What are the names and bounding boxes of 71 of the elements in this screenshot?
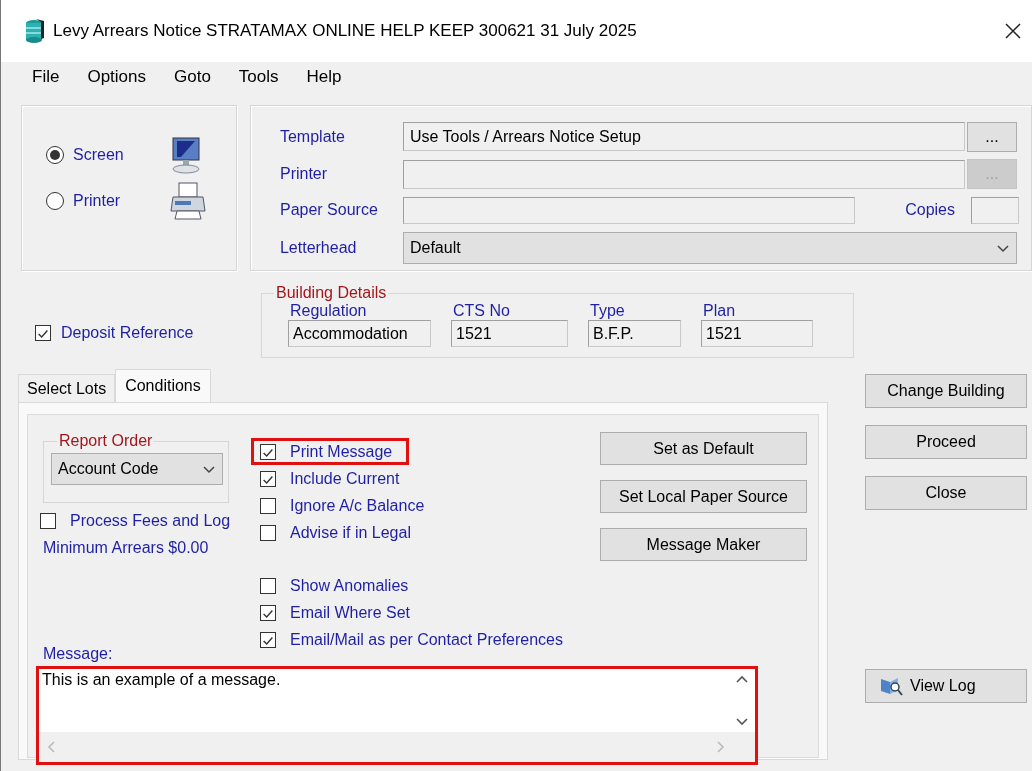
view-log-button[interactable]: View Log xyxy=(865,669,1027,703)
field-label: Plan xyxy=(702,302,737,320)
scroll-up-icon[interactable] xyxy=(736,675,748,683)
checkbox-label: Advise if in Legal xyxy=(290,523,411,542)
menu-item[interactable]: Goto xyxy=(166,65,219,89)
close-icon[interactable] xyxy=(1004,22,1022,40)
checkbox[interactable] xyxy=(260,497,276,514)
field-label: Type xyxy=(589,302,626,320)
monitor-icon xyxy=(169,135,203,175)
window-title: Levy Arrears Notice STRATAMAX ONLINE HELP KEEP 300621 31 July 2025 xyxy=(53,21,638,41)
checkbox-label: Include Current xyxy=(290,469,400,488)
checkbox-label: Deposit Reference xyxy=(61,324,194,342)
checkbox[interactable] xyxy=(260,631,276,648)
printer-icon xyxy=(169,181,207,221)
chevron-down-icon xyxy=(202,463,216,475)
field-label: Printer xyxy=(279,165,329,183)
action-button[interactable]: Set as Default xyxy=(600,432,807,465)
read-only-field: 1521 xyxy=(701,320,813,347)
scroll-down-icon[interactable] xyxy=(736,718,748,726)
tab[interactable]: Select Lots xyxy=(18,374,116,402)
action-button[interactable]: Close xyxy=(865,476,1027,510)
tab[interactable]: Conditions xyxy=(115,369,211,402)
checkbox[interactable] xyxy=(260,524,276,541)
field-label: Paper Source xyxy=(279,201,379,219)
browse-button[interactable]: ... xyxy=(966,121,1017,152)
group-title: Report Order xyxy=(58,432,154,450)
group-title: Building Details xyxy=(275,284,388,302)
field-label: Letterhead xyxy=(279,239,358,257)
app-icon xyxy=(25,18,45,44)
radio-label: Screen xyxy=(73,146,125,164)
checkbox[interactable] xyxy=(260,470,276,487)
checkbox-label: Process Fees and Log xyxy=(70,512,231,530)
menu-item[interactable]: File xyxy=(24,65,68,89)
checkbox-label: Ignore A/c Balance xyxy=(290,496,425,515)
action-button[interactable]: Proceed xyxy=(865,425,1027,459)
field-label: Copies xyxy=(905,201,955,219)
menu-item[interactable]: Tools xyxy=(230,65,287,89)
menu-item[interactable]: Help xyxy=(298,65,350,89)
field-label: Template xyxy=(279,127,346,146)
paper-source-field[interactable] xyxy=(402,196,855,224)
radio-button[interactable] xyxy=(46,192,64,210)
checkbox[interactable] xyxy=(40,513,56,529)
field-label: Message: xyxy=(43,645,114,663)
checkbox-label: Email Where Set xyxy=(290,603,411,622)
message-field[interactable]: This is an example of a message. xyxy=(36,666,758,765)
menu-item[interactable]: Options xyxy=(79,65,154,89)
checkbox-label: Show Anomalies xyxy=(290,576,409,595)
checkbox-label: Email/Mail as per Contact Preferences xyxy=(290,630,563,649)
copies-field[interactable] xyxy=(971,196,1019,224)
read-only-field: Accommodation xyxy=(288,320,431,347)
radio-button[interactable] xyxy=(46,146,64,164)
minimum-arrears-text: Minimum Arrears $0.00 xyxy=(43,539,210,557)
printer-field[interactable] xyxy=(402,159,965,189)
action-button[interactable]: Message Maker xyxy=(600,528,807,561)
checkbox[interactable] xyxy=(260,443,276,460)
book-magnifier-icon xyxy=(880,675,904,697)
template-field[interactable]: Use Tools / Arrears Notice Setup xyxy=(402,122,965,151)
field-label: CTS No xyxy=(452,302,511,320)
checkbox[interactable] xyxy=(260,577,276,594)
chevron-down-icon xyxy=(995,242,1010,254)
radio-label: Printer xyxy=(73,192,122,210)
checkbox[interactable] xyxy=(260,604,276,621)
checkbox[interactable] xyxy=(35,325,51,341)
read-only-field: 1521 xyxy=(451,320,568,347)
letterhead-dropdown[interactable]: Default xyxy=(402,232,1017,264)
read-only-field: B.F.P. xyxy=(588,320,681,347)
field-label: Regulation xyxy=(289,302,368,320)
checkbox-label: Print Message xyxy=(290,442,393,461)
report-order-dropdown[interactable]: Account Code xyxy=(51,453,223,485)
action-button[interactable]: Set Local Paper Source xyxy=(600,480,807,513)
action-button[interactable]: Change Building xyxy=(865,374,1027,408)
